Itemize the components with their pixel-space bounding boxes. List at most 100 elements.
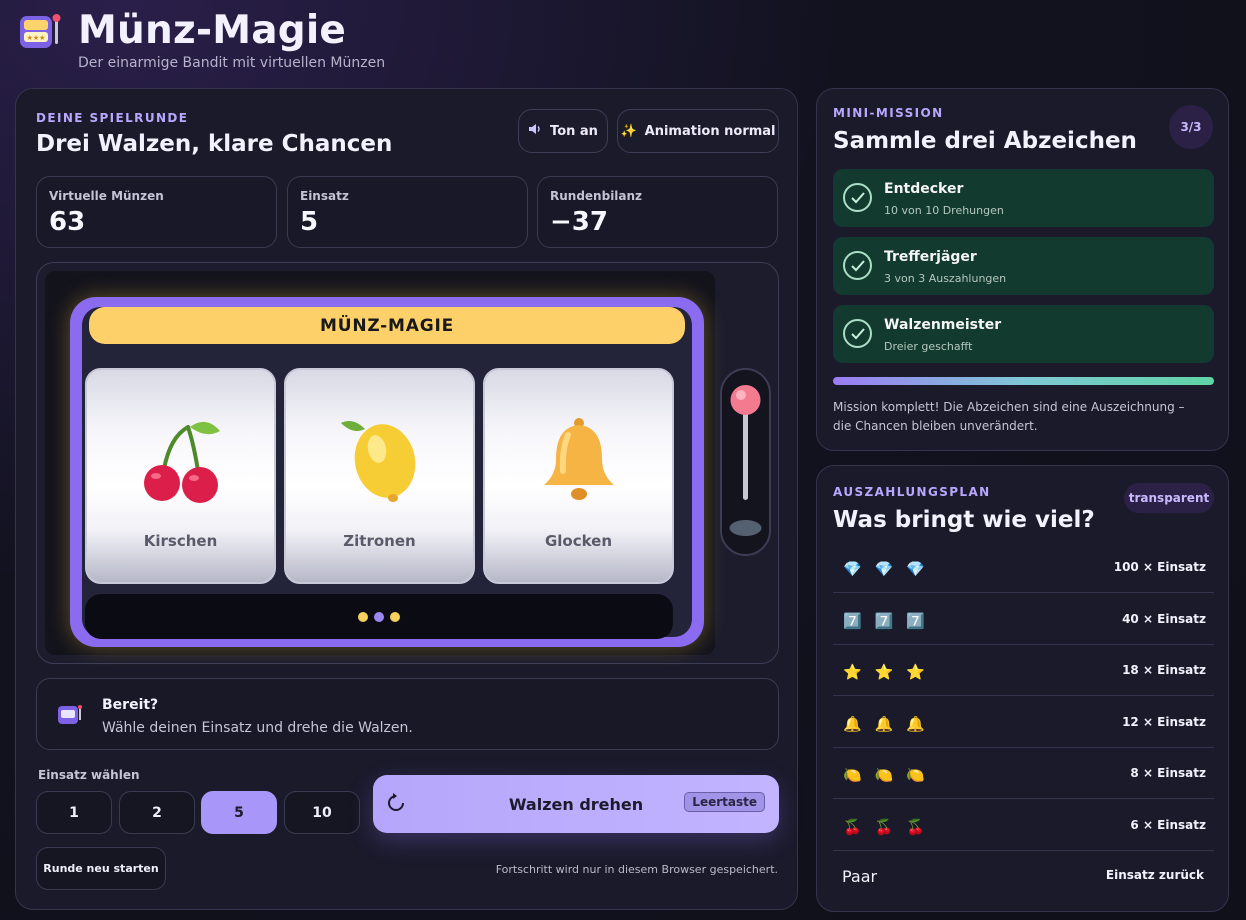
payout-symbol-icon: 💎 [874, 560, 894, 578]
mission-progress-bar [833, 377, 1214, 385]
payout-symbols: 🍋 🍋 🍋 [843, 766, 925, 784]
stat-balance-value: −37 [550, 207, 608, 237]
payout-symbol-icon: ⭐ [843, 663, 862, 681]
game-heading: Drei Walzen, klare Chancen [36, 131, 393, 157]
spin-button[interactable]: Walzen drehen Leertaste [373, 775, 779, 833]
restart-button[interactable]: Runde neu starten [36, 847, 166, 890]
reel-3: Glocken [483, 368, 674, 584]
game-panel: DEINE SPIELRUNDE Drei Walzen, klare Chan… [15, 88, 798, 910]
payout-symbol-icon: 🍒 [874, 817, 894, 836]
payout-value: 18 × Einsatz [1122, 663, 1206, 677]
pair-label: Paar [842, 867, 878, 886]
stat-bet-value: 5 [300, 207, 319, 237]
mission-note: Mission komplett! Die Abzeichen sind ein… [833, 400, 1185, 433]
spin-lever[interactable] [720, 368, 771, 556]
mission-item-name: Entdecker [884, 181, 964, 197]
mission-item: Trefferjäger 3 von 3 Auszahlungen [833, 237, 1214, 295]
transparent-badge: transparent [1124, 483, 1214, 513]
app-title: Münz-Magie [78, 8, 347, 53]
payout-symbol-icon: ⭐ [906, 663, 926, 681]
stat-balance-label: Rundenbilanz [550, 189, 643, 203]
stat-bet-label: Einsatz [300, 189, 349, 203]
reel-3-label: Glocken [544, 532, 613, 550]
reel-indicator-bar [85, 594, 673, 639]
bet-button-1[interactable]: 1 [36, 791, 112, 834]
svg-text:★★★: ★★★ [27, 34, 46, 42]
mission-item: Walzenmeister Dreier geschafft [833, 305, 1214, 363]
payout-symbol-icon: 🍒 [843, 817, 862, 836]
payout-row: 💎 💎 💎 100 × Einsatz [833, 542, 1214, 593]
refresh-icon [387, 793, 405, 817]
payout-value: 6 × Einsatz [1130, 817, 1206, 832]
sound-toggle-button[interactable]: Ton an [518, 109, 608, 153]
payout-row: 🍋 🍋 🍋 8 × Einsatz [833, 748, 1214, 799]
mission-panel: MINI-MISSION Sammle drei Abzeichen 3/3 E… [816, 88, 1229, 451]
mission-item-name: Trefferjäger [884, 249, 977, 265]
reel-1: Kirschen [85, 368, 276, 584]
status-text: Wähle deinen Einsatz und drehe die Walze… [102, 720, 413, 736]
bet-button-10[interactable]: 10 [284, 791, 360, 834]
mission-eyebrow: MINI-MISSION [833, 106, 944, 120]
check-icon [843, 251, 872, 280]
payout-symbol-icon: 7️⃣ [906, 611, 926, 630]
pair-payout: Einsatz zurück [1105, 868, 1204, 882]
payout-value: 100 × Einsatz [1113, 560, 1206, 574]
reel-2: Zitronen [284, 368, 475, 584]
payout-symbol-icon: 🔔 [906, 714, 926, 733]
slot-machine-icon: ★★★ [18, 10, 64, 52]
payout-symbol-icon: 🍋 [906, 766, 926, 784]
payout-eyebrow: AUSZAHLUNGSPLAN [833, 485, 991, 499]
machine-inner: MÜNZ-MAGIE Kirschen Zitronen Glocken [82, 307, 692, 639]
status-title: Bereit? [102, 697, 159, 713]
stat-coins-value: 63 [49, 207, 86, 237]
bet-button-5[interactable]: 5 [201, 791, 277, 834]
mission-item-detail: Dreier geschafft [884, 340, 973, 353]
speaker-icon [528, 123, 542, 139]
stat-balance: Rundenbilanz −37 [537, 176, 778, 248]
sparkles-icon: ✨ [620, 123, 637, 139]
reel-2-label: Zitronen [343, 532, 416, 550]
lemon-icon [286, 408, 473, 508]
slot-machine-area: MÜNZ-MAGIE Kirschen Zitronen Glocken [36, 262, 779, 664]
payout-symbol-icon: 🔔 [843, 714, 862, 733]
indicator-dot [374, 611, 384, 622]
mission-item: Entdecker 10 von 10 Drehungen [833, 169, 1214, 227]
machine-backdrop: MÜNZ-MAGIE Kirschen Zitronen Glocken [45, 271, 715, 655]
machine-banner: MÜNZ-MAGIE [89, 307, 685, 344]
mission-item-detail: 3 von 3 Auszahlungen [884, 272, 1007, 285]
payout-symbols: 💎 💎 💎 [843, 560, 925, 578]
animation-toggle-label: Animation normal [644, 123, 776, 139]
saved-note: Fortschritt wird nur in diesem Browser g… [495, 863, 778, 876]
payout-symbol-icon: 7️⃣ [843, 611, 862, 630]
slot-machine-small-icon [57, 703, 83, 731]
mission-count-badge: 3/3 [1169, 105, 1213, 149]
stat-coins-label: Virtuelle Münzen [49, 189, 164, 203]
payout-value: 12 × Einsatz [1122, 714, 1206, 729]
bet-button-2[interactable]: 2 [119, 791, 195, 834]
indicator-dot [390, 611, 400, 622]
payout-value: 40 × Einsatz [1122, 611, 1206, 626]
payout-row: 7️⃣ 7️⃣ 7️⃣ 40 × Einsatz [833, 594, 1214, 645]
mission-item-name: Walzenmeister [884, 317, 1002, 333]
payout-row: ⭐ ⭐ ⭐ 18 × Einsatz [833, 645, 1214, 696]
animation-toggle-button[interactable]: ✨ Animation normal [617, 109, 779, 153]
game-eyebrow: DEINE SPIELRUNDE [36, 111, 189, 125]
payout-symbols: 🔔 🔔 🔔 [843, 715, 925, 733]
cherry-icon [87, 408, 274, 508]
sound-toggle-label: Ton an [550, 123, 598, 139]
slot-machine: MÜNZ-MAGIE Kirschen Zitronen Glocken [70, 297, 704, 647]
stat-coins: Virtuelle Münzen 63 [36, 176, 277, 248]
payout-symbol-icon: 💎 [843, 560, 862, 578]
payout-symbol-icon: 🔔 [874, 714, 894, 733]
app-header: ★★★ Münz-Magie Der einarmige Bandit mit … [18, 6, 618, 76]
check-icon [843, 319, 872, 348]
payout-panel: AUSZAHLUNGSPLAN Was bringt wie viel? tra… [816, 465, 1229, 912]
reel-1-label: Kirschen [143, 532, 218, 550]
stat-bet: Einsatz 5 [287, 176, 528, 248]
payout-symbol-icon: 🍒 [906, 817, 926, 836]
payout-row: 🍒 🍒 🍒 6 × Einsatz [833, 800, 1214, 851]
payout-symbol-icon: ⭐ [874, 663, 894, 681]
payout-symbol-icon: 7️⃣ [874, 611, 894, 630]
payout-row: 🔔 🔔 🔔 12 × Einsatz [833, 697, 1214, 748]
payout-symbol-icon: 💎 [906, 560, 926, 578]
